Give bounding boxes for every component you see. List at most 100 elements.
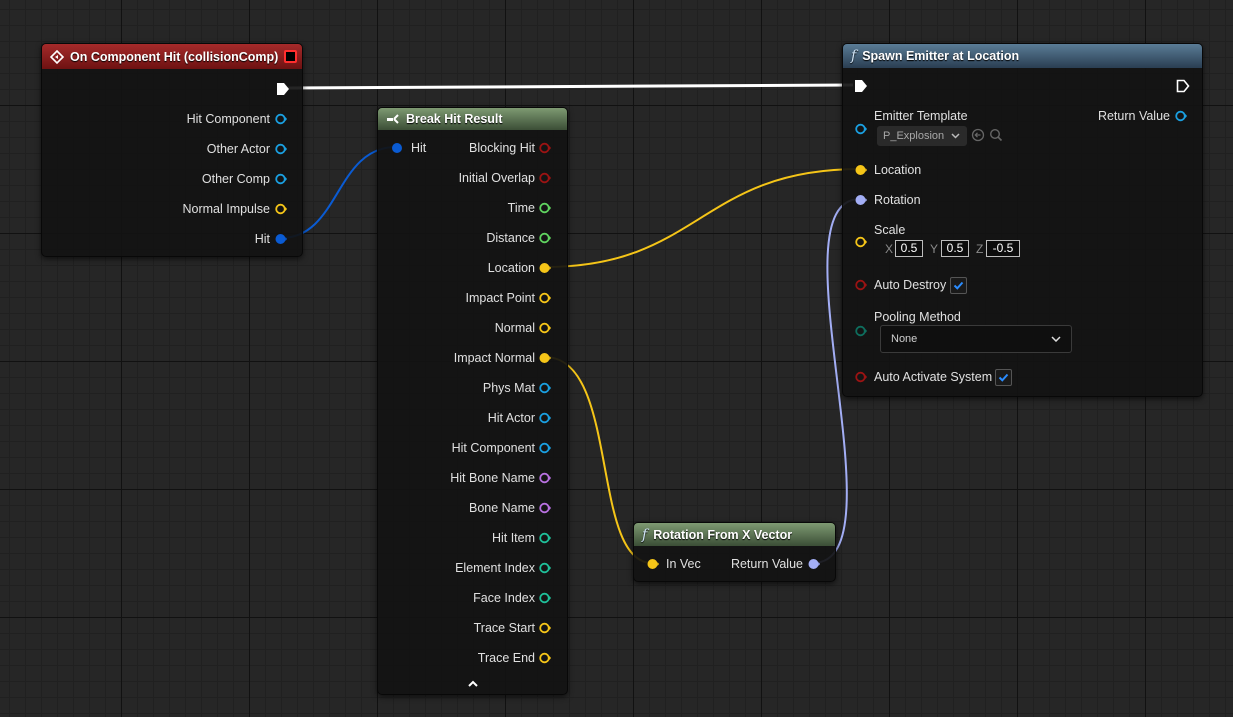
- pin-label: Trace End: [477, 651, 535, 665]
- pin-label: Time: [507, 201, 535, 215]
- float-pin[interactable]: [539, 202, 551, 214]
- scale-z-input[interactable]: -0.5: [986, 240, 1020, 257]
- pin-label: Normal: [494, 321, 535, 335]
- location-wire: [544, 168, 861, 268]
- pin-label: Bone Name: [468, 501, 535, 515]
- int-pin[interactable]: [539, 532, 551, 544]
- use-selected-arrow-icon[interactable]: [971, 128, 985, 142]
- chevron-down-icon: [1051, 336, 1061, 342]
- vector-pin[interactable]: [539, 262, 551, 274]
- pin-label: Pooling Method: [874, 310, 961, 324]
- object-pin[interactable]: [275, 143, 287, 155]
- node-title: Break Hit Result: [406, 112, 503, 126]
- pin-label: Impact Point: [465, 291, 535, 305]
- break-hit-result-node[interactable]: Break Hit Result Hit Blocking Hit Initia…: [377, 107, 568, 695]
- auto-activate-checkbox[interactable]: [995, 369, 1012, 386]
- object-pin[interactable]: [539, 412, 551, 424]
- pin-label: Phys Mat: [482, 381, 535, 395]
- vector-pin[interactable]: [275, 203, 287, 215]
- pin-label: Hit: [254, 232, 270, 246]
- object-pin[interactable]: [855, 123, 867, 135]
- checkmark-icon: [998, 373, 1009, 382]
- vector-pin[interactable]: [539, 352, 551, 364]
- rotator-pin[interactable]: [855, 194, 867, 206]
- float-pin[interactable]: [539, 232, 551, 244]
- pin-label: Trace Start: [473, 621, 535, 635]
- exec-out-pin[interactable]: [276, 82, 290, 96]
- pin-label: Location: [487, 261, 535, 275]
- struct-in-pin[interactable]: [391, 142, 403, 154]
- pin-label: Hit Component: [186, 112, 270, 126]
- pin-label: Scale: [874, 223, 906, 237]
- pin-label: Element Index: [455, 561, 535, 575]
- spawn-emitter-node[interactable]: f Spawn Emitter at Location Emitter Temp…: [842, 43, 1203, 397]
- pin-label: Other Comp: [201, 172, 270, 186]
- node-title: Rotation From X Vector: [653, 527, 793, 542]
- object-pin[interactable]: [275, 113, 287, 125]
- vector-pin[interactable]: [855, 164, 867, 176]
- node-header[interactable]: f Spawn Emitter at Location: [843, 44, 1202, 68]
- browse-search-icon[interactable]: [989, 128, 1003, 142]
- collapse-chevron-up-icon[interactable]: [467, 679, 479, 687]
- vector-pin[interactable]: [855, 236, 867, 248]
- struct-pin[interactable]: [275, 233, 287, 245]
- node-header[interactable]: On Component Hit (collisionComp): [42, 44, 302, 69]
- pin-label: Auto Activate System: [874, 370, 993, 384]
- byte-pin[interactable]: [855, 325, 867, 337]
- object-pin[interactable]: [539, 442, 551, 454]
- delegate-pin-icon[interactable]: [284, 50, 297, 63]
- pooling-method-dropdown[interactable]: None: [880, 325, 1072, 353]
- bool-pin[interactable]: [539, 142, 551, 154]
- node-header[interactable]: Break Hit Result: [378, 108, 567, 130]
- pin-label: Hit Component: [451, 441, 535, 455]
- exec-out-pin[interactable]: [1176, 79, 1190, 93]
- vector-pin[interactable]: [539, 652, 551, 664]
- rotator-pin[interactable]: [808, 558, 820, 570]
- pin-label: Impact Normal: [453, 351, 535, 365]
- pin-label: Auto Destroy: [874, 278, 947, 292]
- on-component-hit-node[interactable]: On Component Hit (collisionComp) Hit Com…: [41, 43, 303, 257]
- pin-label: Rotation: [874, 193, 921, 207]
- name-pin[interactable]: [539, 502, 551, 514]
- function-icon: f: [851, 48, 857, 64]
- vector-pin[interactable]: [647, 558, 659, 570]
- emitter-template-dropdown[interactable]: P_Explosion: [877, 126, 967, 146]
- pin-label: Distance: [486, 231, 535, 245]
- node-header[interactable]: f Rotation From X Vector: [634, 523, 835, 546]
- pin-label: Return Value: [1097, 109, 1170, 123]
- scale-y-label: Y: [930, 242, 939, 256]
- pin-label: Blocking Hit: [469, 141, 535, 155]
- object-pin[interactable]: [1175, 110, 1187, 122]
- bool-pin[interactable]: [855, 279, 867, 291]
- exec-in-pin[interactable]: [854, 79, 868, 93]
- vector-pin[interactable]: [539, 622, 551, 634]
- name-pin[interactable]: [539, 472, 551, 484]
- scale-x-label: X: [885, 242, 894, 256]
- pooling-method-value: None: [891, 333, 918, 345]
- int-pin[interactable]: [539, 562, 551, 574]
- vector-pin[interactable]: [539, 322, 551, 334]
- pin-label: In Vec: [666, 557, 701, 571]
- vector-pin[interactable]: [539, 292, 551, 304]
- pin-label: Other Actor: [206, 142, 270, 156]
- auto-destroy-checkbox[interactable]: [950, 277, 967, 294]
- object-pin[interactable]: [539, 382, 551, 394]
- bool-pin[interactable]: [855, 371, 867, 383]
- scale-x-input[interactable]: 0.5: [895, 240, 923, 257]
- break-struct-icon: [386, 113, 400, 125]
- event-diamond-icon: [50, 49, 64, 64]
- pin-label: Hit Bone Name: [450, 471, 535, 485]
- pin-label: Return Value: [730, 557, 803, 571]
- scale-z-label: Z: [976, 242, 984, 256]
- pin-label: Initial Overlap: [458, 171, 535, 185]
- rotation-from-x-vector-node[interactable]: f Rotation From X Vector In Vec Return V…: [633, 522, 836, 582]
- node-title: On Component Hit (collisionComp): [70, 49, 279, 64]
- object-pin[interactable]: [275, 173, 287, 185]
- int-pin[interactable]: [539, 592, 551, 604]
- scale-y-input[interactable]: 0.5: [941, 240, 969, 257]
- pin-label: Hit Item: [491, 531, 535, 545]
- emitter-template-value: P_Explosion: [883, 130, 945, 142]
- bool-pin[interactable]: [539, 172, 551, 184]
- node-title: Spawn Emitter at Location: [862, 49, 1020, 63]
- function-icon: f: [642, 526, 648, 543]
